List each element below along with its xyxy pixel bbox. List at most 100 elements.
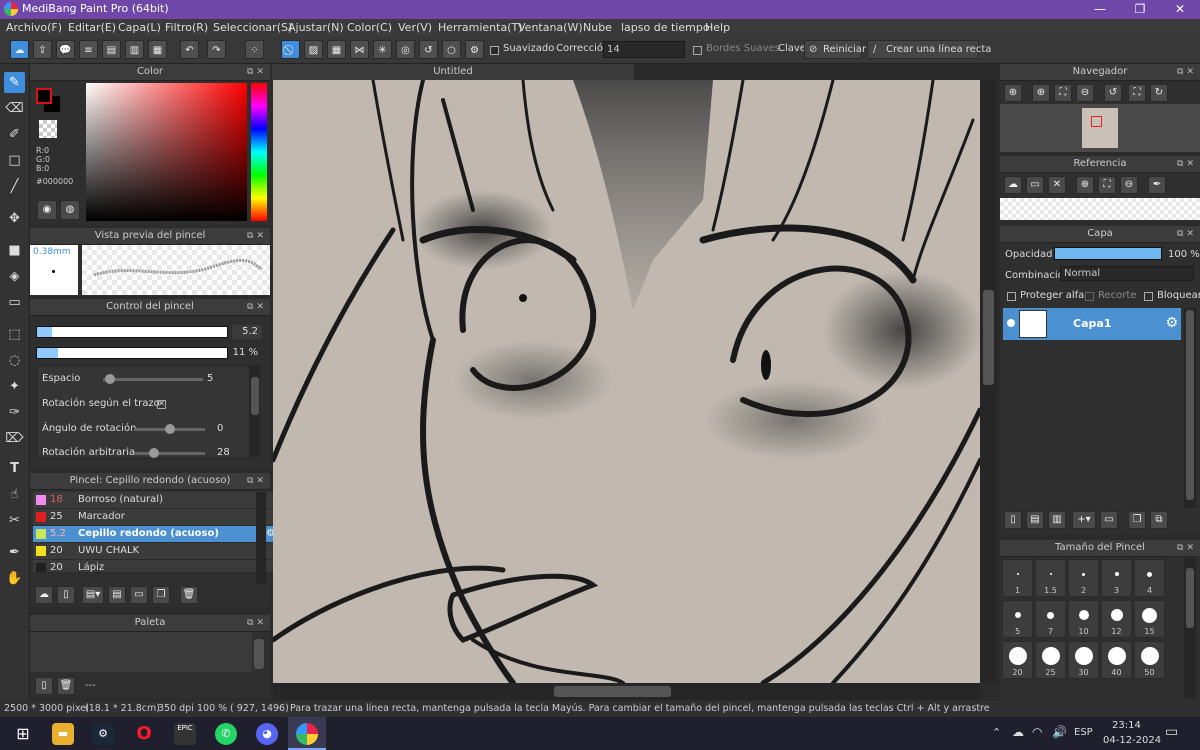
- volume-icon[interactable]: 🔊: [1052, 725, 1067, 739]
- reset-button[interactable]: ⊘ Reiniciar: [804, 40, 866, 59]
- clip-checkbox[interactable]: [1085, 292, 1094, 301]
- windows-start-icon[interactable]: ⊞: [12, 723, 34, 745]
- brush-size-option[interactable]: 30: [1068, 641, 1099, 679]
- document-tab[interactable]: Untitled: [272, 64, 634, 80]
- text-tool-icon[interactable]: T: [4, 458, 25, 479]
- brush-size-option[interactable]: 5: [1002, 600, 1033, 638]
- duplicate-brush-icon[interactable]: ❐: [152, 586, 170, 604]
- menu-archivo[interactable]: Archivo(F): [6, 21, 62, 34]
- menu-editar[interactable]: Editar(E): [68, 21, 116, 34]
- comment-icon[interactable]: 💬: [56, 40, 75, 59]
- steam-icon[interactable]: ⚙: [92, 723, 114, 745]
- select-tool-icon[interactable]: ⬚: [4, 324, 25, 345]
- curve-snap-icon[interactable]: ↺: [419, 40, 438, 59]
- foreground-color-swatch[interactable]: [36, 88, 52, 104]
- brush-size-option[interactable]: 12: [1101, 600, 1132, 638]
- brush-item-marcador[interactable]: 25 Marcador: [33, 509, 279, 526]
- menu-seleccionar[interactable]: Seleccionar(S): [213, 21, 292, 34]
- menu-ajustar[interactable]: Ajustar(N): [288, 21, 344, 34]
- rotate-right-icon[interactable]: ↻: [1150, 84, 1168, 102]
- delete-palette-icon[interactable]: 🗑: [57, 677, 75, 695]
- reference-zoom-out-icon[interactable]: ⊖: [1120, 176, 1138, 194]
- rotation-angle-slider[interactable]: [135, 424, 205, 434]
- close-window-button[interactable]: ✕: [1160, 0, 1200, 19]
- redo-icon[interactable]: ↷: [207, 40, 226, 59]
- opera-icon[interactable]: O: [133, 723, 155, 745]
- zoom-in-alt-icon[interactable]: ⊕: [1032, 84, 1050, 102]
- panel-controls-icon[interactable]: ⧉✕: [247, 473, 267, 489]
- correction-select[interactable]: 14: [603, 41, 685, 58]
- brush-item-lapiz[interactable]: 20 Lápiz: [33, 560, 279, 573]
- brush-size-option[interactable]: 10: [1068, 600, 1099, 638]
- brush-folder-icon[interactable]: ▭: [130, 586, 148, 604]
- brush-size-slider[interactable]: [36, 326, 228, 338]
- brush-item-uwu-chalk[interactable]: 20 UWU CHALK: [33, 543, 279, 560]
- eyedropper-tool-icon[interactable]: ✒: [4, 542, 25, 563]
- panel-controls-icon[interactable]: ⧉✕: [247, 64, 267, 80]
- color-palette-icon[interactable]: ◍: [60, 200, 80, 220]
- layer-list-scrollbar[interactable]: [1184, 308, 1196, 508]
- reference-zoom-in-icon[interactable]: ⊕: [1076, 176, 1094, 194]
- panel-controls-icon[interactable]: ⧉✕: [1177, 156, 1197, 172]
- concentric-snap-icon[interactable]: ◎: [396, 40, 415, 59]
- layer-visibility-icon[interactable]: [1007, 319, 1015, 327]
- circle-snap-icon[interactable]: ○: [442, 40, 461, 59]
- reference-folder-icon[interactable]: ▭: [1026, 176, 1044, 194]
- menu-ventana[interactable]: Ventana(W): [518, 21, 583, 34]
- lasso-tool-icon[interactable]: ◌: [4, 350, 25, 371]
- color-picker-icon[interactable]: ◉: [37, 200, 57, 220]
- minimize-button[interactable]: —: [1080, 0, 1120, 19]
- navigator-viewport-frame[interactable]: [1091, 116, 1102, 127]
- actual-size-icon[interactable]: ⛶: [1128, 84, 1146, 102]
- brush-control-scrollbar[interactable]: [250, 365, 260, 457]
- menu-ver[interactable]: Ver(V): [398, 21, 432, 34]
- whatsapp-icon[interactable]: ✆: [215, 723, 237, 745]
- layer-folder-icon[interactable]: ▭: [1100, 511, 1118, 529]
- canvas-vertical-scrollbar[interactable]: [980, 80, 997, 683]
- hue-slider[interactable]: [251, 83, 267, 221]
- discord-icon[interactable]: ◕: [256, 723, 278, 745]
- parallel-snap-icon[interactable]: ▨: [304, 40, 323, 59]
- panel-controls-icon[interactable]: ⧉✕: [1177, 226, 1197, 242]
- spacing-slider[interactable]: [103, 374, 203, 384]
- menu-color[interactable]: Color(C): [347, 21, 392, 34]
- fill-rect-icon[interactable]: ■: [4, 240, 25, 261]
- perspective-snap-icon[interactable]: ⋈: [350, 40, 369, 59]
- grid-pages-icon[interactable]: ▦: [148, 40, 167, 59]
- delete-brush-icon[interactable]: 🗑: [180, 586, 198, 604]
- brush-item-cepillo-redondo[interactable]: 5.2 Cepillo redondo (acuoso) ⚙: [33, 526, 279, 543]
- shape-tool-icon[interactable]: □: [4, 150, 25, 171]
- lock-checkbox[interactable]: [1144, 292, 1153, 301]
- brush-size-option[interactable]: 20: [1002, 641, 1033, 679]
- dot-eraser-icon[interactable]: ✐: [4, 124, 25, 145]
- duplicate-layer-icon[interactable]: ❐: [1128, 511, 1146, 529]
- drawing-canvas[interactable]: [273, 80, 980, 683]
- soft-edges-checkbox[interactable]: [693, 46, 702, 55]
- magic-wand-icon[interactable]: ✦: [4, 376, 25, 397]
- brush-size-option[interactable]: 4: [1134, 559, 1165, 597]
- brush-size-option[interactable]: 25: [1035, 641, 1066, 679]
- epic-games-icon[interactable]: EPIC: [174, 723, 196, 745]
- cloud-icon[interactable]: ☁: [10, 40, 29, 59]
- blend-mode-select[interactable]: Normal: [1060, 266, 1194, 281]
- move-tool-icon[interactable]: ✥: [4, 208, 25, 229]
- new-palette-color-icon[interactable]: ▯: [35, 677, 53, 695]
- gradient-tool-icon[interactable]: ▭: [4, 292, 25, 313]
- brush-list-scrollbar[interactable]: [256, 492, 266, 584]
- tray-cloud-icon[interactable]: ☁: [1012, 725, 1024, 739]
- rotate-left-icon[interactable]: ↺: [1104, 84, 1122, 102]
- panel-controls-icon[interactable]: ⧉✕: [1177, 64, 1197, 80]
- new-8bit-layer-icon[interactable]: ▥: [1048, 511, 1066, 529]
- brush-size-option[interactable]: 1.5: [1035, 559, 1066, 597]
- hand-tool-icon[interactable]: ✋: [4, 568, 25, 589]
- straight-line-button[interactable]: ∕ Crear una línea recta: [867, 40, 991, 59]
- layer-row[interactable]: Capa1 ⚙: [1003, 308, 1181, 340]
- medibang-taskbar-button[interactable]: [288, 717, 326, 750]
- operation-tool-icon[interactable]: ☝: [4, 484, 25, 505]
- notification-icon[interactable]: ▭: [1165, 724, 1178, 740]
- language-indicator[interactable]: ESP: [1074, 727, 1093, 738]
- selection-dots-icon[interactable]: ⁘: [245, 40, 264, 59]
- brush-size-scrollbar[interactable]: [1184, 558, 1196, 698]
- new-brush-icon[interactable]: ▯: [57, 586, 75, 604]
- panel-controls-icon[interactable]: ⧉✕: [1177, 540, 1197, 556]
